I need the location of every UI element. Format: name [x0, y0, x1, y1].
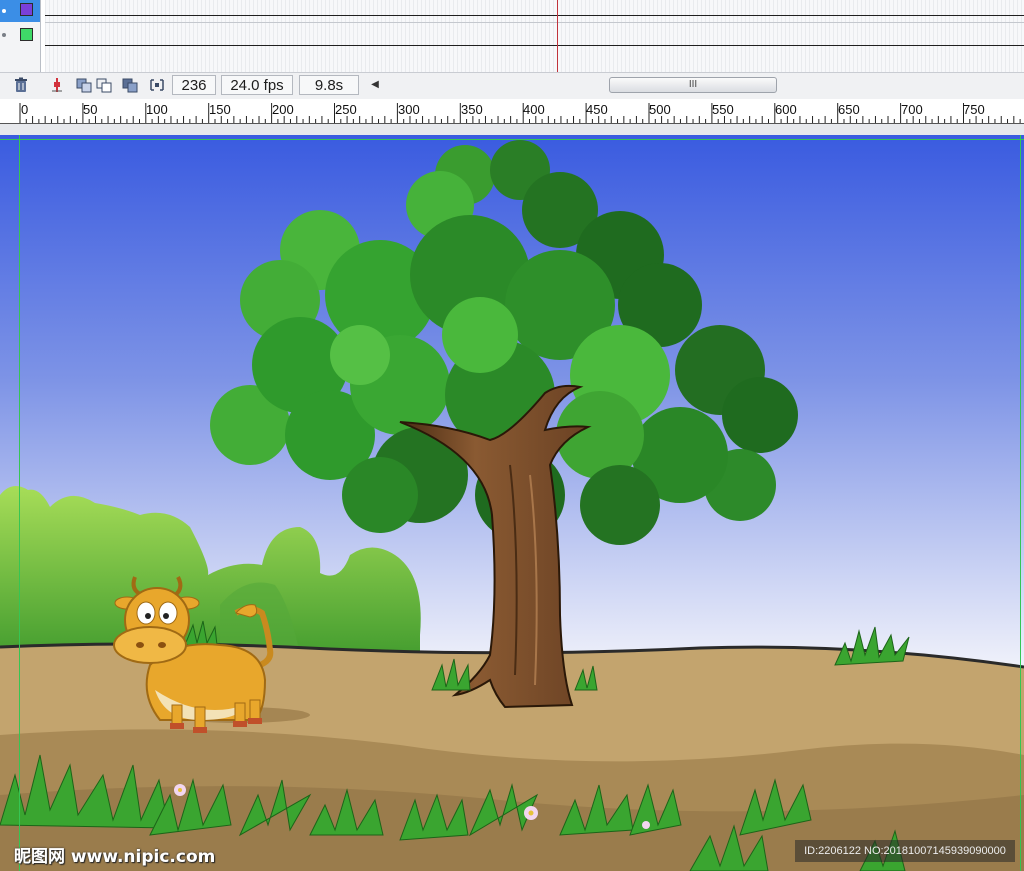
- elapsed-time-field: 9.8s: [299, 75, 359, 95]
- ruler-label: 150: [209, 102, 231, 117]
- ruler-label: 250: [335, 102, 357, 117]
- layer-visibility-dot[interactable]: [2, 9, 6, 13]
- layer-row-1[interactable]: [0, 0, 40, 22]
- ruler-label: 0: [21, 102, 29, 117]
- ruler-label: 350: [461, 102, 483, 117]
- center-frame-icon[interactable]: [48, 77, 66, 95]
- ruler-label: 50: [83, 102, 98, 117]
- frame-divider: [45, 22, 1024, 23]
- frame-span-line: [45, 45, 1024, 46]
- timeline-toolbar: 236 24.0 fps 9.8s ◀ III: [0, 72, 1024, 100]
- watermark-site: 昵图网 www.nipic.com: [14, 847, 216, 867]
- modify-onion-markers-icon[interactable]: [148, 77, 166, 95]
- ruler-label: 500: [649, 102, 671, 117]
- frame-rate-field[interactable]: 24.0 fps: [221, 75, 293, 95]
- layer-color-swatch[interactable]: [20, 3, 33, 16]
- stage-guide-left[interactable]: [19, 135, 20, 871]
- ruler-label: 550: [712, 102, 734, 117]
- scroll-left-arrow-icon[interactable]: ◀: [368, 77, 382, 93]
- current-frame-field[interactable]: 236: [172, 75, 216, 95]
- stage-guide-horizontal[interactable]: [0, 139, 1024, 140]
- layer-color-swatch[interactable]: [20, 28, 33, 41]
- stage-artwork: [0, 135, 1024, 871]
- layer-row-2[interactable]: [0, 24, 40, 46]
- onion-skin-outline-icon[interactable]: [95, 77, 113, 95]
- stage-canvas[interactable]: [0, 135, 1024, 871]
- stage-pasteboard: [0, 124, 1024, 135]
- ruler-label: 650: [838, 102, 860, 117]
- ruler-label: 750: [963, 102, 985, 117]
- ruler-label: 600: [775, 102, 797, 117]
- ruler-label: 100: [146, 102, 168, 117]
- onion-skin-icon[interactable]: [75, 77, 93, 95]
- layer-visibility-dot[interactable]: [2, 33, 6, 37]
- timeline-scrollbar-thumb[interactable]: III: [609, 77, 777, 93]
- edit-multiple-frames-icon[interactable]: [121, 77, 139, 95]
- ruler-label: 300: [398, 102, 420, 117]
- layer-list: [0, 0, 41, 72]
- stage-guide-right[interactable]: [1020, 135, 1021, 871]
- ruler-label: 450: [586, 102, 608, 117]
- ruler-label: 200: [272, 102, 294, 117]
- frame-grid[interactable]: [45, 0, 1024, 72]
- playhead[interactable]: [557, 0, 558, 72]
- frame-span-line: [45, 15, 1024, 16]
- watermark-id: ID:2206122 NO:20181007145939090000: [795, 840, 1015, 862]
- trash-icon[interactable]: [12, 77, 30, 95]
- timeline-panel: [0, 0, 1024, 72]
- ruler-label: 700: [901, 102, 923, 117]
- ruler-label: 400: [523, 102, 545, 117]
- horizontal-ruler: 0 50 100 150 200 250 300 350 400 450 500…: [0, 99, 1024, 124]
